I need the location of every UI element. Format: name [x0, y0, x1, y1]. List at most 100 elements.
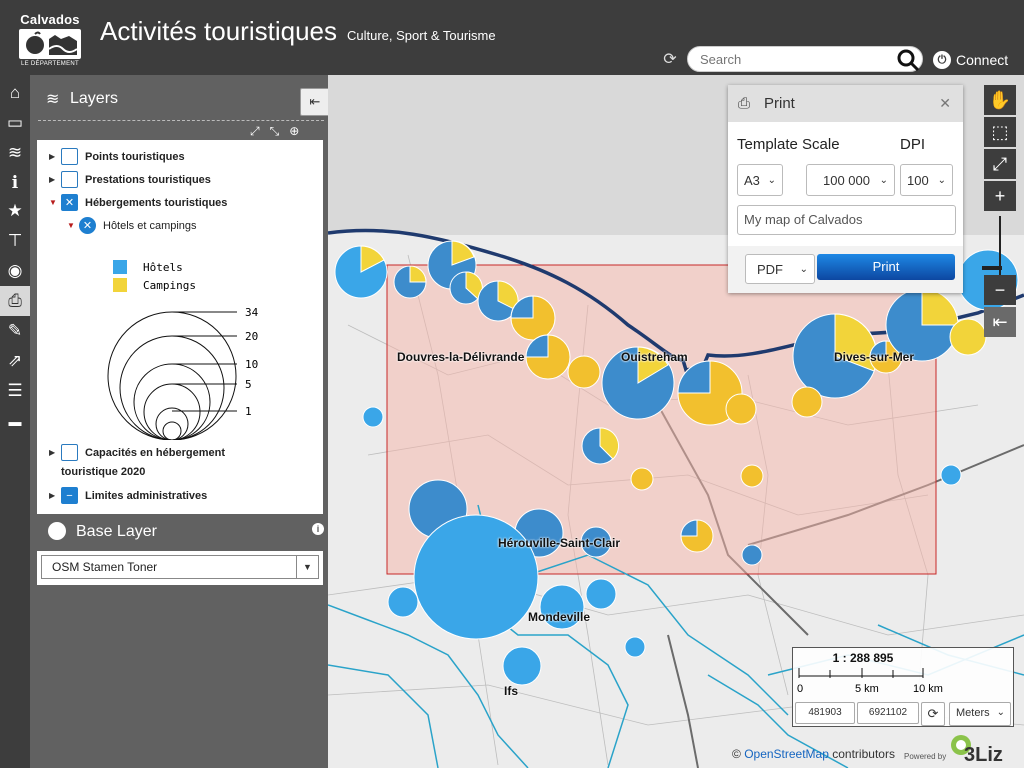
tree-item-limites[interactable]: ▶ − Limites administratives [49, 487, 207, 504]
tree-item-hotels-campings[interactable]: ▼ ✕ Hôtels et campings [67, 217, 197, 234]
expand-arrow-icon[interactable]: ▶ [49, 448, 61, 457]
info-icon[interactable]: i [312, 523, 324, 535]
size-legend: 34 20 10 5 1 [107, 306, 259, 440]
connect-button[interactable]: ⏻ Connect [933, 50, 1008, 70]
map-label: Hérouville-Saint-Clair [498, 536, 621, 550]
osm-link[interactable]: OpenStreetMap [744, 747, 829, 761]
dpi-label: DPI [900, 136, 926, 153]
coord-y: 6921102 [857, 702, 919, 724]
collapse-all-icon[interactable]: ⤡ [270, 124, 280, 139]
zoom-out-icon[interactable]: − [984, 275, 1016, 305]
refresh-icon[interactable]: ⟳ [921, 702, 945, 726]
chevron-down-icon: ⌄ [937, 174, 946, 186]
print-button[interactable]: Print [817, 254, 955, 280]
home-icon[interactable]: ⌂ [0, 78, 30, 108]
chevron-down-icon: ▼ [296, 556, 318, 578]
previous-view-icon[interactable]: ⇤ [984, 307, 1016, 337]
print-icon[interactable]: ⎙ [0, 286, 30, 316]
collapse-arrow-icon[interactable]: ▼ [67, 221, 79, 230]
layers-title: Layers [70, 90, 119, 107]
scale-tick: 0 [797, 683, 804, 695]
layer-checkbox[interactable]: ✕ [61, 194, 78, 211]
tree-item-prestations[interactable]: ▶ Prestations touristiques [49, 171, 211, 188]
legend-item-hotels: Hôtels [113, 258, 283, 276]
logo-image [19, 29, 81, 59]
units-select[interactable]: Meters ⌄ [949, 702, 1011, 726]
layers-icon[interactable]: ≋ [0, 138, 30, 168]
scale-select[interactable]: 100 000 ⌄ [806, 164, 895, 196]
map-label: Dives-sur-Mer [834, 350, 915, 364]
list-icon[interactable]: ☰ [0, 376, 30, 406]
layer-checkbox[interactable]: ✕ [79, 217, 96, 234]
zoom-box-icon[interactable]: ⬚ [984, 117, 1016, 147]
powered-by[interactable]: Powered by 3Liz [904, 732, 1018, 768]
close-icon[interactable]: ✕ [939, 95, 951, 112]
size-legend-label: 34 [245, 306, 259, 319]
size-legend-label: 5 [245, 378, 252, 391]
info-icon[interactable]: i [0, 168, 30, 198]
base-layer-header: Base Layer i [38, 515, 324, 549]
app-title: Activités touristiques [100, 16, 337, 46]
logo-title: Calvados [20, 12, 80, 27]
zoom-extent-icon[interactable]: ⤢ [984, 149, 1016, 179]
refresh-icon[interactable]: ⟳ [660, 50, 680, 70]
scale-tick: 5 km [855, 683, 879, 695]
chevron-down-icon: ⌄ [799, 263, 808, 275]
base-layer-select-wrap: OSM Stamen Toner ▼ [37, 551, 323, 585]
connect-label: Connect [956, 52, 1009, 68]
search-input[interactable] [700, 50, 890, 68]
powered-by-label: Powered by [904, 752, 947, 761]
tree-item-capacites[interactable]: ▶ Capacités en hébergement [49, 444, 225, 461]
base-layer-title: Base Layer [76, 523, 157, 540]
print-labels: Template Scale DPI [737, 136, 955, 153]
size-legend-label: 20 [245, 330, 258, 343]
pan-hand-icon[interactable]: ✋ [984, 85, 1016, 115]
expand-all-icon[interactable]: ⤢ [250, 124, 260, 139]
dpi-select[interactable]: 100 ⌄ [900, 164, 953, 196]
base-layer-select[interactable]: OSM Stamen Toner ▼ [41, 555, 319, 579]
layer-checkbox[interactable] [61, 148, 78, 165]
calvados-logo[interactable]: Calvados LE DÉPARTEMENT [18, 12, 82, 67]
zoom-slider-knob[interactable] [982, 266, 1002, 270]
target-icon[interactable]: ◉ [0, 256, 30, 286]
search-icon[interactable] [896, 48, 920, 72]
expand-arrow-icon[interactable]: ▶ [49, 175, 61, 184]
zoom-layer-icon[interactable]: ⊕ [289, 124, 299, 139]
expand-arrow-icon[interactable]: ▶ [49, 491, 61, 500]
layers-panel: ≋ Layers ⇤ ⤢ ⤡ ⊕ ▶ Points touristiques ▶… [30, 75, 330, 768]
layer-checkbox[interactable] [61, 444, 78, 461]
map-label: Ifs [504, 684, 519, 698]
collapse-panel-button[interactable]: ⇤ [300, 88, 330, 116]
print-footer: PDF ⌄ Print [728, 246, 963, 293]
tree-tools: ⤢ ⤡ ⊕ [250, 124, 299, 139]
format-select[interactable]: PDF ⌄ [745, 254, 815, 284]
tree-item-hebergements[interactable]: ▼ ✕ Hébergements touristiques [49, 194, 227, 211]
scale-ratio: 1 : 288 895 [832, 651, 894, 665]
chevron-down-icon: ⌄ [879, 174, 888, 186]
tree-item-points-touristiques[interactable]: ▶ Points touristiques [49, 148, 185, 165]
comment-icon[interactable]: ▬ [0, 406, 30, 436]
layer-checkbox[interactable] [61, 171, 78, 188]
chevron-down-icon: ⌄ [767, 174, 776, 186]
attribution: © OpenStreetMap contributors [732, 747, 895, 761]
globe-icon [48, 522, 66, 540]
share-icon[interactable]: ⇗ [0, 346, 30, 376]
logo-subtitle: LE DÉPARTEMENT [21, 61, 79, 67]
layer-checkbox[interactable]: − [61, 487, 78, 504]
expand-arrow-icon[interactable]: ▶ [49, 152, 61, 161]
signpost-icon[interactable]: ⊤ [0, 226, 30, 256]
folder-icon[interactable]: ▭ [0, 108, 30, 138]
map-label: Douvres-la-Délivrande [397, 350, 525, 364]
measure-icon[interactable]: ✎ [0, 316, 30, 346]
map-title-input[interactable]: My map of Calvados [737, 205, 956, 235]
scale-bar [798, 668, 924, 678]
size-legend-label: 10 [245, 358, 258, 371]
scale-tick: 10 km [913, 683, 943, 695]
print-icon: ⎙ [738, 95, 751, 112]
star-icon[interactable]: ★ [0, 196, 30, 226]
scale-label: Scale [802, 136, 840, 153]
zoom-in-icon[interactable]: + [984, 181, 1016, 211]
collapse-arrow-icon[interactable]: ▼ [49, 198, 61, 207]
legend: Hôtels Campings [113, 258, 283, 294]
template-select[interactable]: A3 ⌄ [737, 164, 783, 196]
